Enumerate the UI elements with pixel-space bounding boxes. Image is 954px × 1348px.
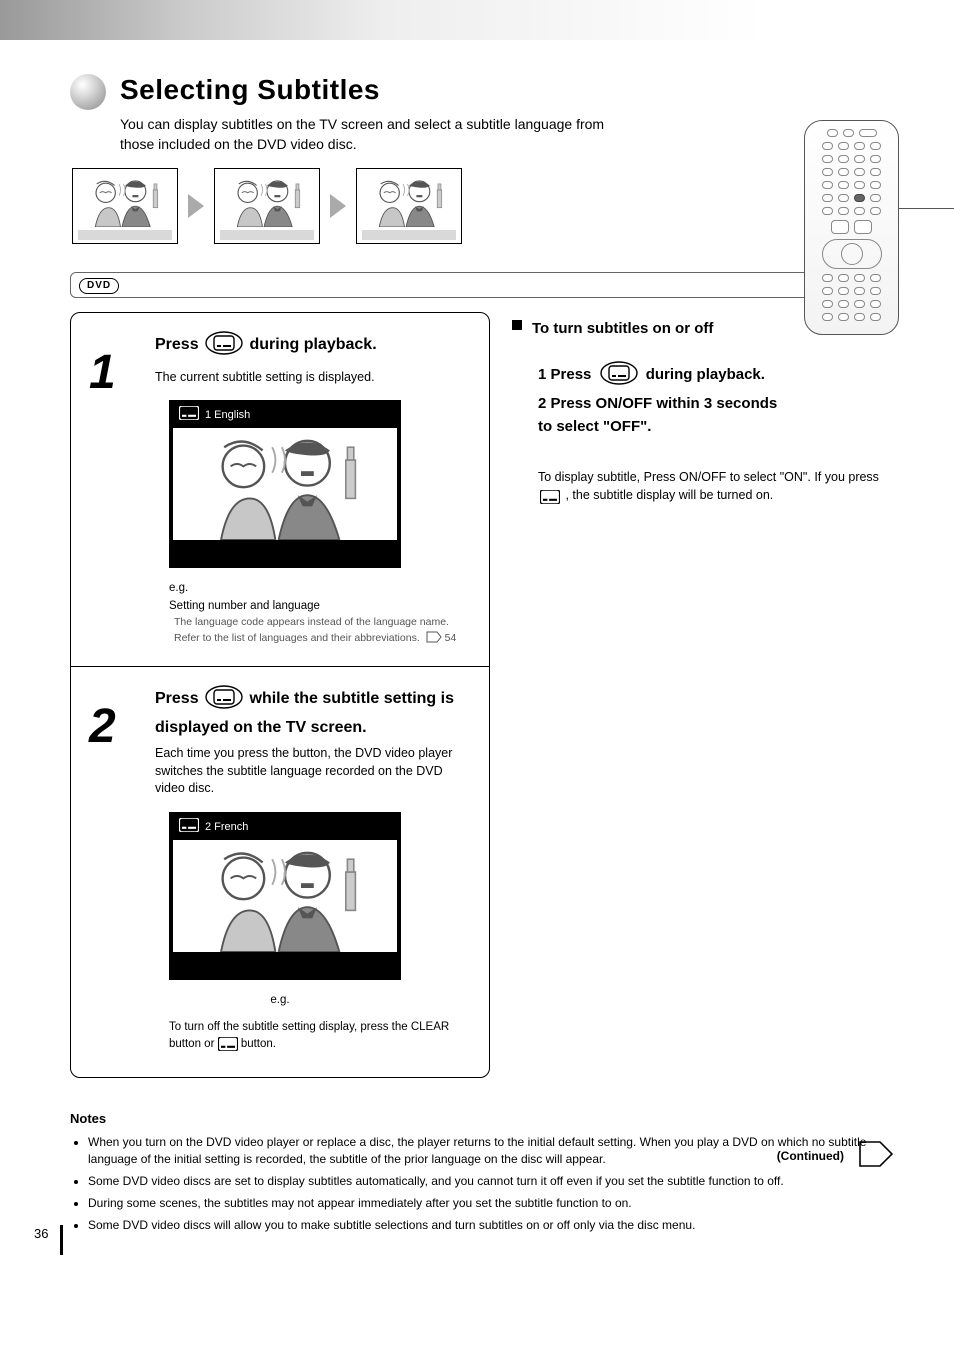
step-number: 2	[89, 703, 116, 751]
step-2-example: e.g. To turn off the subtitle setting di…	[169, 992, 471, 1058]
step-1-description: The current subtitle setting is displaye…	[155, 369, 471, 387]
note-item: Some DVD video discs are set to display …	[88, 1173, 890, 1190]
subtitle-icon	[540, 490, 560, 510]
page-footer: 36	[0, 1225, 954, 1255]
to-off-step-2-line1: 2 Press ON/OFF within 3 seconds	[538, 393, 899, 414]
to-off-note: To display subtitle, Press ON/OFF to sel…	[538, 469, 898, 509]
subtitle-button-icon	[205, 331, 243, 362]
continued-arrow-icon	[858, 1140, 894, 1168]
step-2-title: Press while the subtitle setting is disp…	[155, 685, 471, 739]
to-off-step-1: 1 Press during playback.	[538, 361, 899, 391]
arrow-right-icon	[330, 194, 346, 218]
bullet-square-icon	[512, 320, 522, 330]
steps-panel: 1 Press during playback. The current sub…	[70, 312, 490, 1078]
to-off-step-2-line2: to select "OFF".	[538, 416, 899, 437]
thumbnail-frame	[356, 168, 462, 244]
osd-text-1: 1 English	[205, 408, 250, 423]
page-title: Selecting Subtitles	[120, 70, 899, 109]
page-number: 36	[34, 1225, 48, 1243]
notes-heading: Notes	[70, 1110, 890, 1128]
step-1: 1 Press during playback. The current sub…	[71, 313, 489, 666]
osd-text-2: 2 French	[205, 820, 248, 835]
section-bullet-icon	[70, 74, 106, 110]
subtitle-thumbnail-row	[72, 168, 899, 244]
tv-screenshot-2: 2 French	[169, 812, 401, 980]
subtitle-button-icon	[600, 361, 638, 391]
disc-type-panel: DVD	[70, 272, 899, 298]
subtitle-osd-icon	[179, 406, 199, 425]
step-2-description: Each time you press the button, the DVD …	[155, 745, 471, 798]
subtitle-icon	[218, 1042, 241, 1054]
note-item: When you turn on the DVD video player or…	[88, 1134, 890, 1168]
tv-screenshot-1: 1 English	[169, 400, 401, 568]
footer-divider	[60, 1225, 63, 1255]
to-turn-off-heading: To turn subtitles on or off	[532, 318, 713, 339]
continued-label: (Continued)	[777, 1148, 844, 1165]
subtitle-button-icon	[205, 685, 243, 716]
remote-illustration: SUBTITLE	[804, 120, 899, 335]
note-item: During some scenes, the subtitles may no…	[88, 1195, 890, 1212]
step-1-title: Press during playback.	[155, 331, 471, 362]
subtitle-osd-icon	[179, 818, 199, 837]
thumbnail-frame	[72, 168, 178, 244]
page-subtitle: You can display subtitles on the TV scre…	[120, 115, 640, 154]
notes-section: Notes When you turn on the DVD video pla…	[70, 1110, 890, 1233]
thumbnail-frame	[214, 168, 320, 244]
step-number: 1	[89, 349, 116, 397]
remote-subtitle-button	[854, 194, 865, 202]
page-ref-icon	[426, 631, 442, 643]
step-1-example: e.g. Setting number and language The lan…	[169, 580, 471, 646]
arrow-right-icon	[188, 194, 204, 218]
step-2: 2 Press while the subtitle setting is di…	[71, 666, 489, 1077]
top-gradient-bar	[0, 0, 954, 40]
dvd-badge: DVD	[79, 278, 119, 294]
